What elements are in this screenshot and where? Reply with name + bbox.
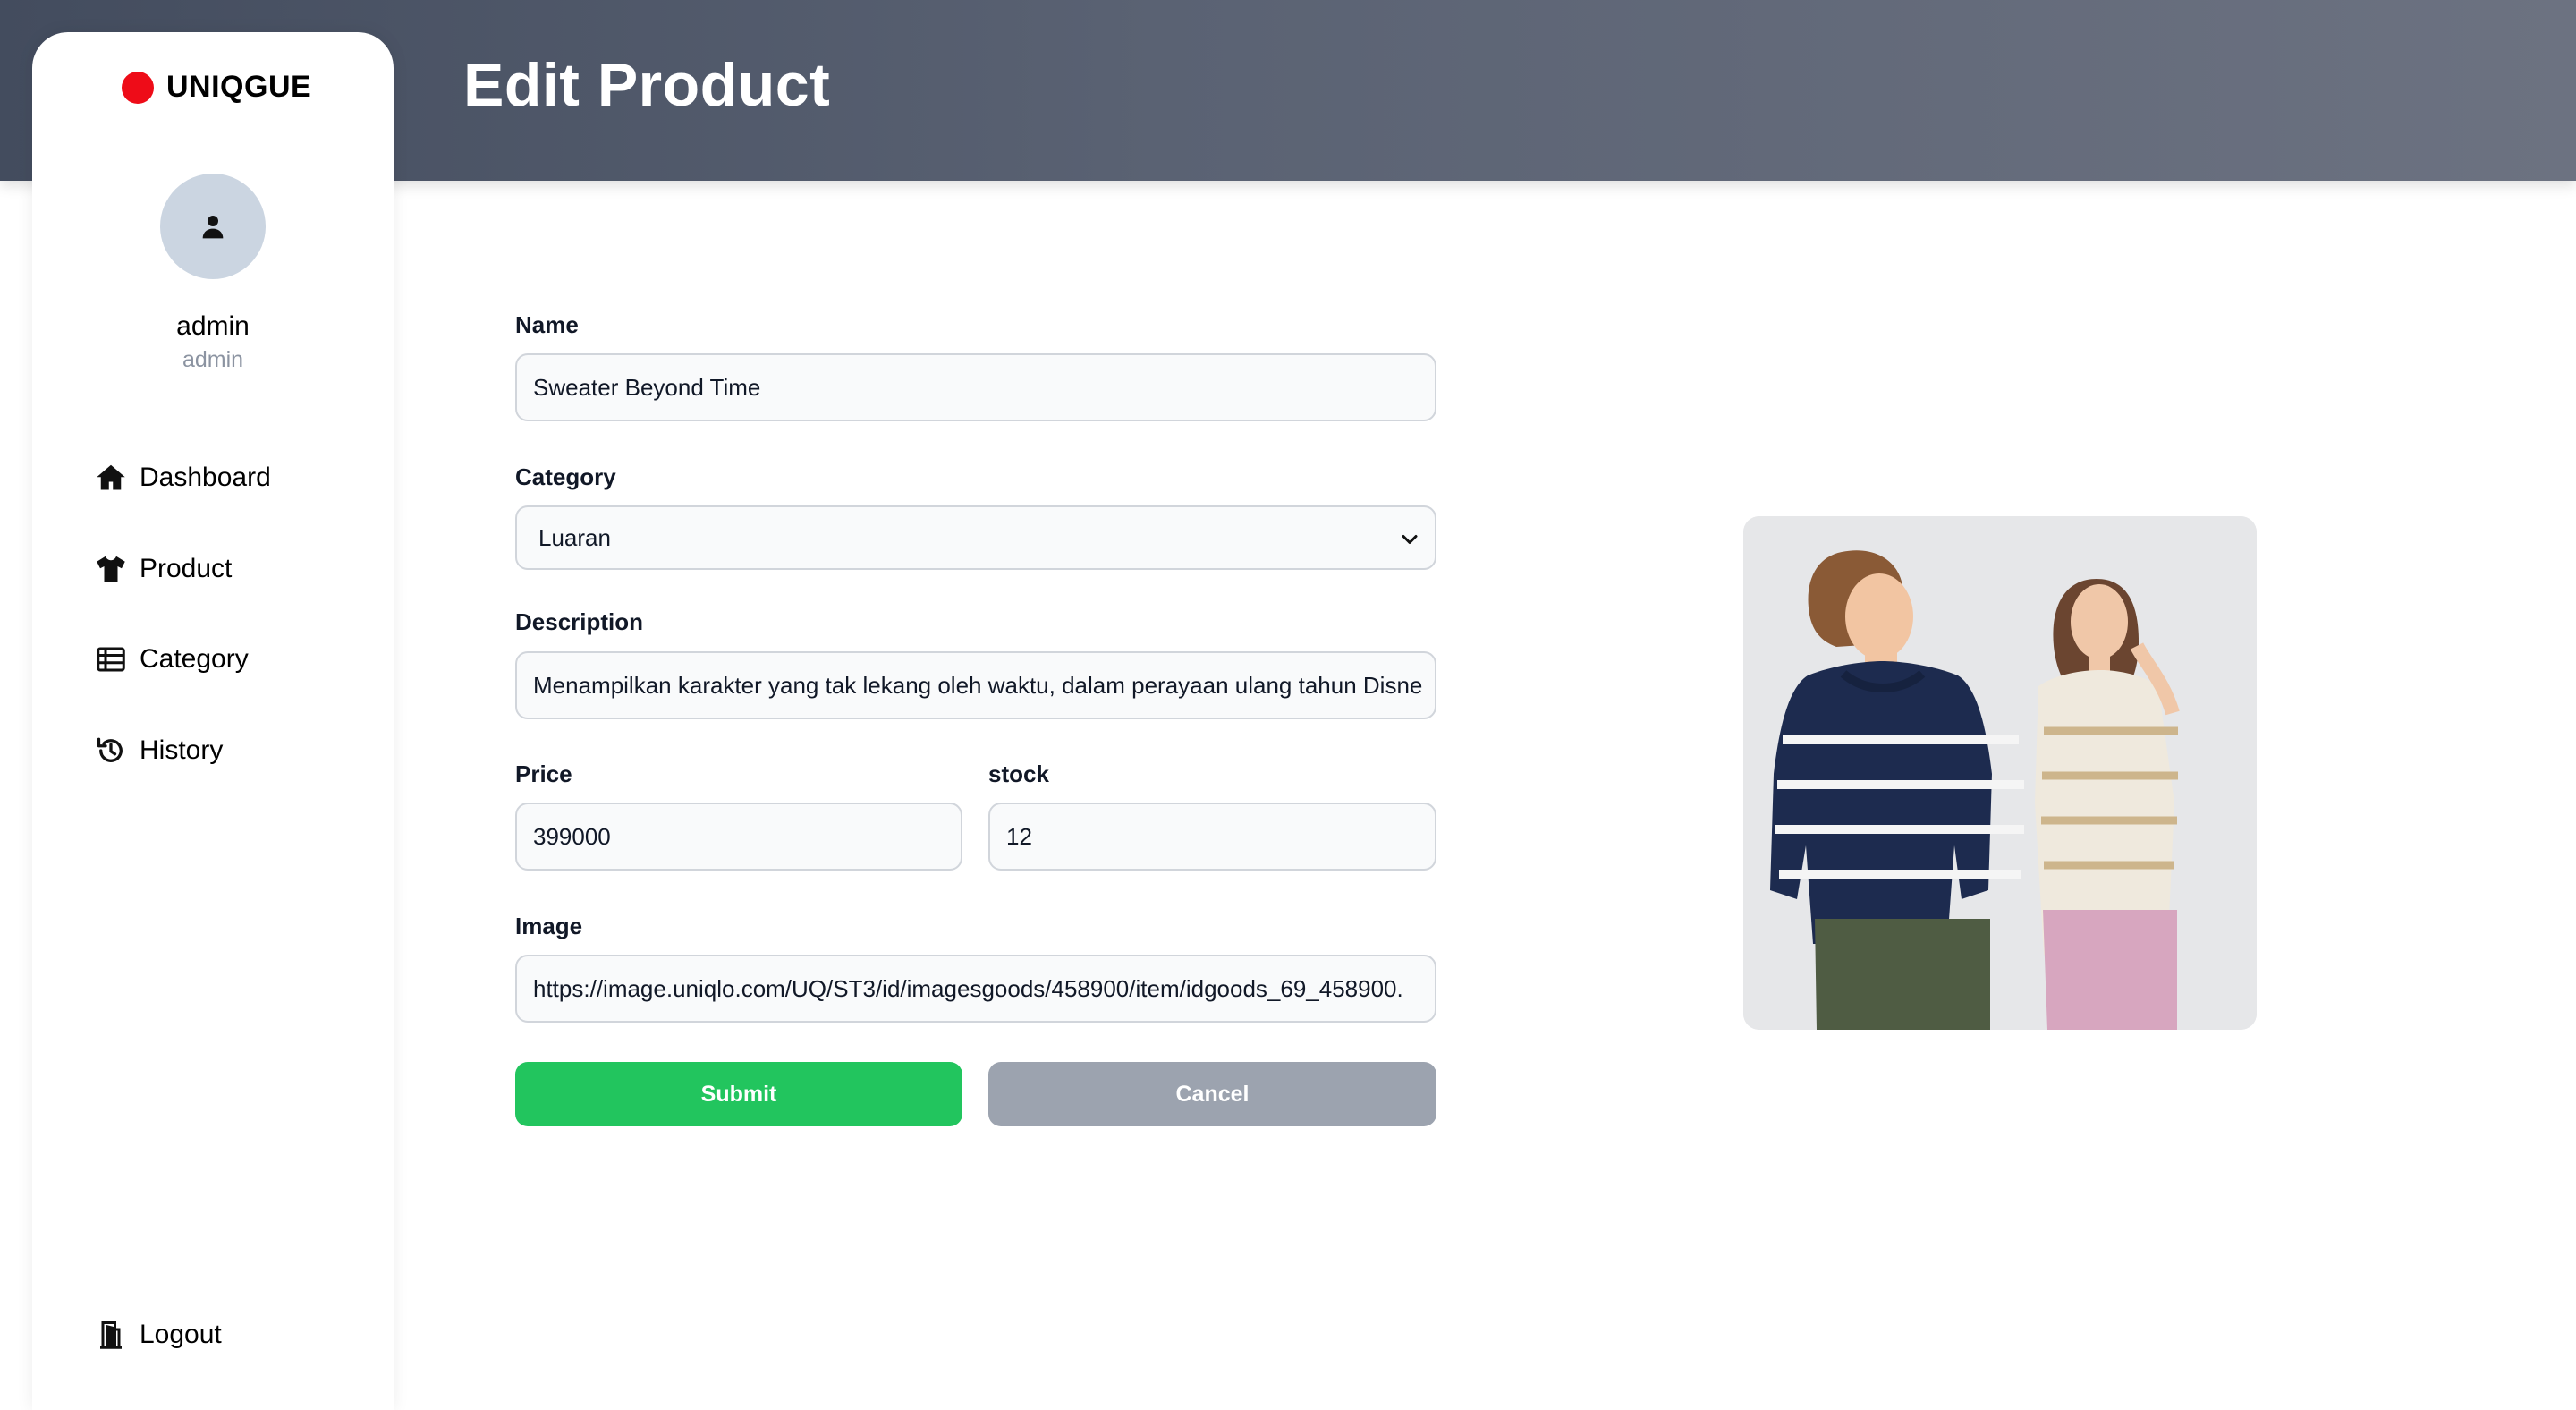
submit-button[interactable]: Submit: [515, 1062, 962, 1126]
image-label: Image: [515, 913, 583, 939]
cancel-button[interactable]: Cancel: [988, 1062, 1436, 1126]
product-photo: [1743, 516, 2257, 1030]
sidebar-item-history[interactable]: History: [95, 735, 223, 767]
sidebar-item-label: Category: [140, 644, 249, 674]
door-exit-icon: [100, 1321, 122, 1349]
image-url-input[interactable]: https://image.uniqlo.com/UQ/ST3/id/image…: [515, 955, 1436, 1023]
stock-label: stock: [988, 760, 1049, 787]
history-icon: [97, 737, 123, 762]
stock-input[interactable]: 12: [988, 803, 1436, 871]
description-input[interactable]: Menampilkan karakter yang tak lekang ole…: [515, 651, 1436, 719]
name-label: Name: [515, 311, 579, 338]
brand-logo[interactable]: UNIQGUE: [122, 70, 311, 105]
category-select-value: Luaran: [538, 523, 611, 551]
shirt-icon: [97, 556, 125, 582]
chevron-down-icon: [1402, 535, 1418, 544]
name-input[interactable]: Sweater Beyond Time: [515, 353, 1436, 421]
logout-label: Logout: [140, 1320, 222, 1349]
category-label: Category: [515, 463, 616, 490]
description-label: Description: [515, 608, 644, 635]
user-role: admin: [182, 347, 244, 372]
table-icon: [97, 647, 125, 672]
home-icon: [97, 464, 125, 490]
sidebar: UNIQGUE admin admin Dashboard Product Ca…: [32, 32, 394, 1410]
brand-dot-icon: [122, 71, 154, 104]
sidebar-item-category[interactable]: Category: [95, 643, 249, 675]
sidebar-item-label: Dashboard: [140, 463, 271, 492]
sidebar-item-label: Product: [140, 554, 233, 583]
sidebar-item-product[interactable]: Product: [95, 553, 232, 585]
sidebar-item-label: History: [140, 735, 224, 765]
avatar: [160, 174, 266, 279]
page-title: Edit Product: [463, 51, 831, 119]
price-input[interactable]: 399000: [515, 803, 962, 871]
user-icon: [202, 216, 224, 239]
price-label: Price: [515, 760, 572, 787]
category-select[interactable]: Luaran: [515, 505, 1436, 570]
user-name: admin: [176, 311, 250, 341]
sidebar-item-dashboard[interactable]: Dashboard: [95, 462, 271, 494]
product-preview-image: [1743, 516, 2257, 1030]
logout-button[interactable]: Logout: [95, 1319, 222, 1351]
brand-name: UNIQGUE: [166, 70, 312, 104]
